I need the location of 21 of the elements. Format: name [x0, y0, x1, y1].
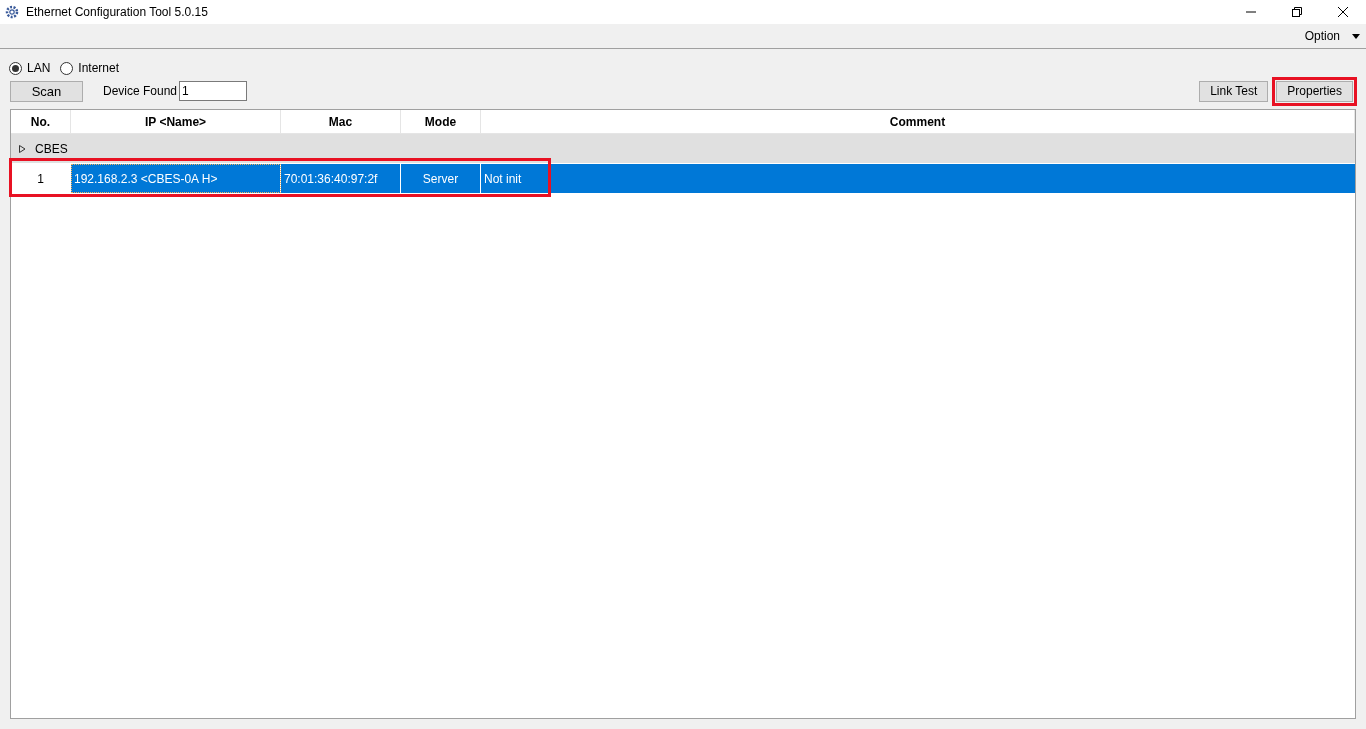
group-header[interactable]: CBES — [11, 134, 1355, 163]
device-found-label: Device Found — [103, 83, 178, 100]
column-header[interactable]: IP <Name> — [71, 110, 281, 133]
table-cell: 192.168.2.3 <CBES-0A H> — [71, 164, 281, 193]
scan-button[interactable]: Scan — [10, 80, 83, 102]
table-row[interactable]: 1 192.168.2.3 <CBES-0A H> 70:01:36:40:97:2f Server Not init — [11, 164, 1355, 193]
radio-button[interactable]: LAN — [9, 59, 51, 77]
table-cell: Server — [401, 164, 481, 193]
option-menu[interactable]: Option — [1304, 27, 1360, 45]
column-header[interactable]: Mode — [401, 110, 481, 133]
column-header[interactable]: Comment — [481, 110, 1355, 133]
toolbar-button[interactable]: Properties — [1276, 80, 1353, 102]
window-title: Ethernet Configuration Tool 5.0.15 — [26, 4, 208, 21]
table-cell: 1 — [11, 164, 71, 193]
column-header[interactable]: Mac — [281, 110, 401, 133]
device-found-field[interactable]: 1 — [179, 81, 248, 101]
table-cell: 70:01:36:40:97:2f — [281, 164, 401, 193]
radio-button[interactable]: Internet — [60, 59, 120, 77]
column-header[interactable]: No. — [11, 110, 71, 133]
toolbar-button[interactable]: Link Test — [1199, 80, 1269, 102]
table-cell: Not init — [481, 164, 551, 193]
